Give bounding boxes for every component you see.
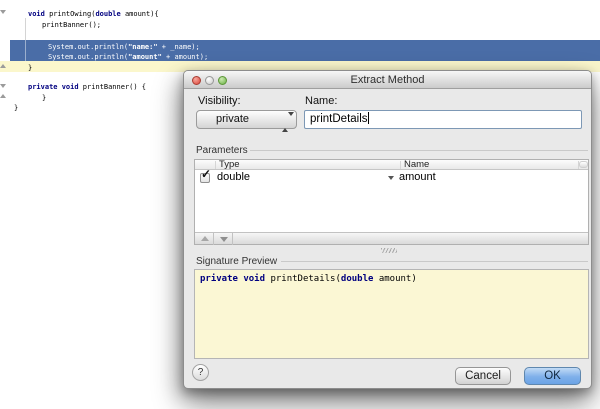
move-up-button[interactable] [195,233,214,245]
splitter-grip[interactable] [381,248,397,253]
code-keyword: private void [200,274,270,284]
parameter-type: double [217,171,250,184]
move-down-button[interactable] [214,233,233,245]
code-string: "name:" [128,43,158,51]
column-header-type: Type [219,160,240,170]
fold-close-icon[interactable] [0,64,6,68]
method-name-value: printDetails [310,113,368,125]
parameters-table[interactable]: Type Name ✓ double amount [194,159,589,245]
dialog-title: Extract Method [184,71,591,89]
code-line: } [28,63,32,73]
fold-close-icon[interactable] [0,94,6,98]
parameters-section-label: Parameters [196,145,248,156]
visibility-value: private [216,113,249,125]
column-header-name: Name [404,160,429,170]
cancel-button[interactable]: Cancel [455,367,511,385]
signature-preview-label: Signature Preview [196,256,277,267]
code-line: printBanner(); [42,20,101,30]
indent-guide [25,40,26,61]
code-text: } [28,64,32,72]
code-line: } [14,103,18,113]
visibility-dropdown[interactable]: private [196,110,297,129]
table-toolbar [195,232,588,244]
code-text: } [14,104,18,112]
code-text: printDetails( [270,274,340,284]
dropdown-stepper-icon [282,114,289,131]
parameter-row[interactable]: ✓ double amount [195,171,588,184]
code-keyword: private void [28,83,83,91]
code-line-selected: System.out.println("name:" + _name); [48,42,200,52]
name-label: Name: [305,95,337,107]
code-text: System.out.println( [48,53,128,61]
code-text: amount) [373,274,416,284]
code-string: "amount" [128,53,162,61]
code-line: private void printBanner() { [28,82,146,92]
extract-method-dialog: Extract Method Visibility: Name: private… [183,70,592,389]
indent-guide [25,18,26,40]
code-keyword: double [341,274,374,284]
code-text: + _name); [158,43,200,51]
code-text: amount){ [121,10,159,18]
code-text: } [42,94,46,102]
checkmark-icon: ✓ [201,168,211,181]
code-line: void printOwing(double amount){ [28,9,159,19]
code-line: } [42,93,46,103]
help-button[interactable]: ? [192,364,209,381]
code-line-selected: System.out.println("amount" + amount); [48,52,208,62]
fold-open-icon[interactable] [0,10,6,14]
zoom-button[interactable] [218,76,227,85]
parameter-checkbox[interactable]: ✓ [200,173,210,183]
signature-preview-box: private void printDetails(double amount) [194,269,589,359]
section-divider [250,150,588,151]
visibility-label: Visibility: [198,95,241,107]
scrollbar-cap [579,161,588,168]
method-name-input[interactable]: printDetails [304,110,582,129]
parameter-name[interactable]: amount [399,171,436,184]
ok-button[interactable]: OK [524,367,581,385]
type-dropdown-icon[interactable] [388,176,394,180]
section-divider [281,261,588,262]
code-keyword: void [28,10,49,18]
code-keyword: double [95,10,120,18]
column-divider [400,161,401,169]
text-caret [368,112,369,124]
code-text: + amount); [162,53,208,61]
fold-open-icon[interactable] [0,84,6,88]
minimize-button[interactable] [205,76,214,85]
code-text: printOwing( [49,10,95,18]
code-text: printBanner() { [83,83,146,91]
column-divider [215,161,216,169]
arrow-down-icon [220,237,228,242]
close-button[interactable] [192,76,201,85]
dialog-titlebar[interactable]: Extract Method [184,71,591,89]
table-header: Type Name [195,160,588,170]
code-text: System.out.println( [48,43,128,51]
arrow-up-icon [201,236,209,241]
code-text: printBanner(); [42,21,101,29]
